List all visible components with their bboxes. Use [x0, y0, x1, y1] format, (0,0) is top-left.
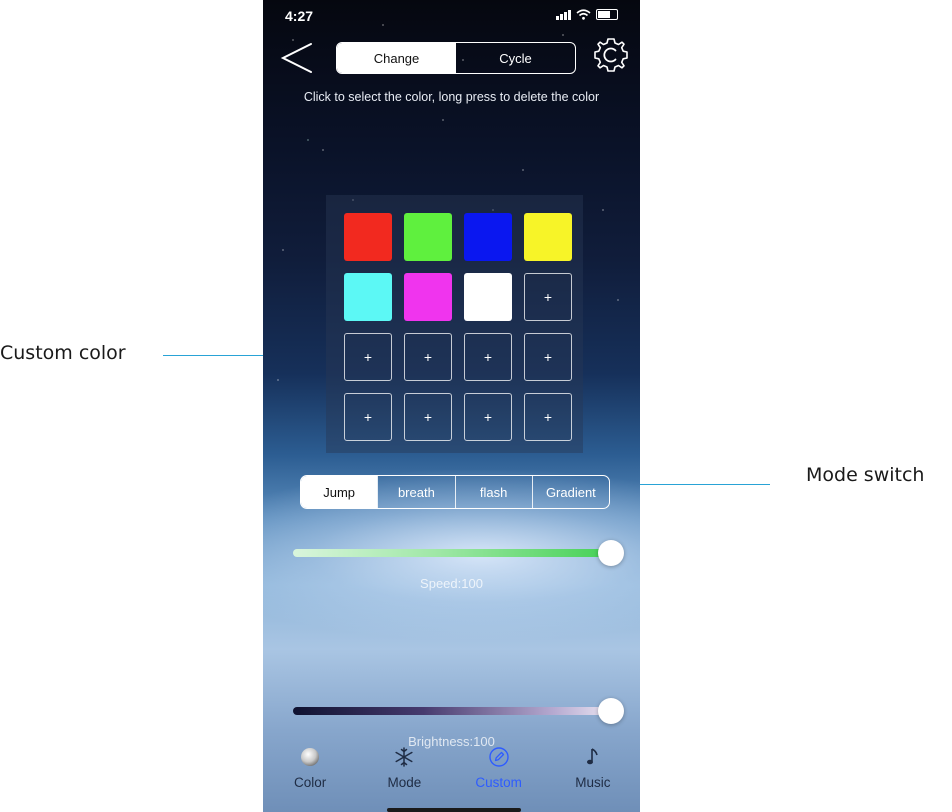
music-note-icon	[586, 748, 598, 765]
add-color-button[interactable]: +	[344, 333, 392, 381]
add-color-button[interactable]: +	[524, 333, 572, 381]
speed-slider-thumb[interactable]	[598, 540, 624, 566]
mode-flash[interactable]: flash	[454, 476, 532, 508]
bottom-tab-bar: Color Mode Custom Music	[263, 742, 640, 812]
phone-screen: 4:27 Change Cycle Click to select the co…	[263, 0, 640, 812]
color-swatch-yellow[interactable]	[524, 213, 572, 261]
wifi-icon	[576, 9, 591, 20]
add-color-button[interactable]: +	[344, 393, 392, 441]
color-swatch-blue[interactable]	[464, 213, 512, 261]
mode-switch-annotation: Mode switch	[806, 464, 925, 486]
speed-slider[interactable]	[293, 540, 624, 566]
add-color-button[interactable]: +	[464, 393, 512, 441]
edit-icon	[488, 747, 509, 767]
mode-gradient[interactable]: Gradient	[531, 476, 609, 508]
mode-jump[interactable]: Jump	[301, 476, 378, 508]
home-indicator	[387, 808, 521, 812]
color-swatch-green[interactable]	[404, 213, 452, 261]
tab-custom[interactable]: Custom	[452, 742, 546, 812]
tab-cycle[interactable]: Cycle	[456, 43, 575, 73]
custom-color-annotation: Custom color	[0, 342, 126, 364]
mode-breath[interactable]: breath	[377, 476, 454, 508]
color-swatch-cyan[interactable]	[344, 273, 392, 321]
status-time: 4:27	[285, 8, 314, 24]
custom-color-grid: + + + + + + + + +	[326, 195, 583, 453]
back-chevron-icon[interactable]	[277, 38, 317, 78]
brightness-slider-thumb[interactable]	[598, 698, 624, 724]
color-swatch-magenta[interactable]	[404, 273, 452, 321]
tab-custom-label: Custom	[475, 775, 522, 790]
gear-icon[interactable]	[592, 36, 630, 74]
change-cycle-segmented-control: Change Cycle	[336, 42, 576, 74]
add-color-button[interactable]: +	[524, 273, 572, 321]
status-bar: 4:27	[263, 0, 640, 30]
tab-color-label: Color	[293, 775, 327, 790]
add-color-button[interactable]: +	[524, 393, 572, 441]
instruction-text: Click to select the color, long press to…	[303, 90, 600, 104]
snowflake-icon	[395, 747, 413, 767]
add-color-button[interactable]: +	[404, 333, 452, 381]
tab-music[interactable]: Music	[546, 742, 640, 812]
tab-color[interactable]: Color	[263, 742, 357, 812]
tab-change[interactable]: Change	[337, 43, 456, 73]
color-swatch-white[interactable]	[464, 273, 512, 321]
mode-switch: Jump breath flash Gradient	[300, 475, 610, 509]
add-color-button[interactable]: +	[464, 333, 512, 381]
color-disc-icon	[301, 748, 320, 766]
color-swatch-red[interactable]	[344, 213, 392, 261]
brightness-slider[interactable]	[293, 698, 624, 724]
speed-label: Speed:100	[420, 576, 483, 591]
signal-icon	[556, 9, 571, 20]
tab-mode[interactable]: Mode	[357, 742, 451, 812]
tab-mode-label: Mode	[387, 775, 422, 790]
battery-icon	[596, 9, 618, 20]
add-color-button[interactable]: +	[404, 393, 452, 441]
tab-music-label: Music	[575, 775, 611, 790]
